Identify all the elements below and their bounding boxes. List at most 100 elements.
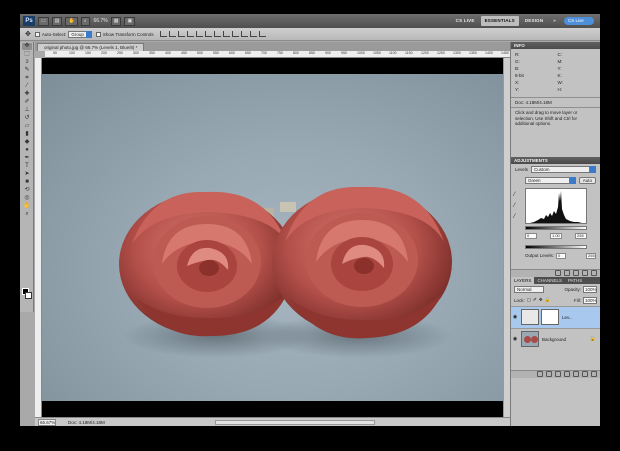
distribute-left-icon[interactable] — [240, 31, 248, 37]
arrange-documents-button[interactable]: ▦ — [110, 16, 122, 26]
distribute-vcenter-icon[interactable] — [222, 31, 230, 37]
distribute-top-icon[interactable] — [213, 31, 221, 37]
black-point-eyedropper-icon[interactable]: ⁄ — [514, 192, 521, 199]
info-panel-header[interactable]: INFO — [511, 42, 600, 49]
workspace-essentials[interactable]: ESSENTIALS — [480, 16, 519, 26]
show-transform-option[interactable]: Show Transform Controls — [95, 31, 154, 37]
auto-button[interactable]: Auto — [578, 176, 596, 184]
shape-tool[interactable]: ■ — [22, 179, 32, 186]
horizontal-scrollbar[interactable] — [214, 419, 375, 425]
eye-icon[interactable]: ◉ — [511, 314, 519, 320]
auto-select-option[interactable]: Auto-Select: Group — [34, 30, 92, 38]
workspace-cs-live[interactable]: CS LIVE — [452, 16, 479, 26]
lasso-tool[interactable]: ↄ — [22, 59, 32, 66]
new-adjustment-icon[interactable] — [564, 371, 570, 377]
distribute-right-icon[interactable] — [258, 31, 266, 37]
eyedropper-tool[interactable]: ⁄ — [22, 83, 32, 90]
blend-mode-dropdown[interactable]: Normal — [514, 285, 544, 293]
screen-mode-button[interactable]: ▣ — [124, 16, 136, 26]
tab-layers[interactable]: LAYERS — [511, 276, 535, 284]
gray-point-eyedropper-icon[interactable]: ⁄ — [514, 203, 521, 210]
levels-histogram[interactable] — [525, 187, 587, 224]
fill-field[interactable]: 100% — [583, 296, 597, 304]
auto-select-checkbox[interactable] — [34, 31, 40, 37]
move-tool[interactable]: ✥ — [22, 43, 32, 50]
chevron-down-icon[interactable] — [569, 176, 576, 184]
output-black-field[interactable]: 0 — [556, 252, 567, 259]
add-mask-icon[interactable] — [555, 371, 561, 377]
layer-name[interactable]: Background — [542, 337, 590, 342]
lock-all-icon[interactable]: 🔒 — [545, 297, 551, 303]
levels-preset-dropdown[interactable]: Custom — [531, 165, 590, 173]
align-left-icon[interactable] — [186, 31, 194, 37]
align-top-icon[interactable] — [159, 31, 167, 37]
zoom-tool-button[interactable]: ⌕ — [80, 16, 90, 26]
lock-pixels-icon[interactable]: ✐ — [533, 297, 537, 303]
tab-channels[interactable]: CHANNELS — [534, 277, 565, 284]
lock-transparency-icon[interactable]: ▢ — [527, 297, 531, 303]
layer-name[interactable]: Lev... — [562, 315, 600, 320]
3d-orbit-tool[interactable]: ◎ — [22, 195, 32, 202]
output-white-field[interactable]: 255 — [586, 252, 596, 259]
chevron-down-icon[interactable] — [85, 30, 92, 38]
mini-bridge-button[interactable]: ▤ — [51, 16, 63, 26]
new-group-icon[interactable] — [573, 371, 579, 377]
bridge-button[interactable]: ▭ — [38, 16, 49, 26]
input-gradient-bar[interactable] — [525, 225, 587, 230]
channel-dropdown[interactable]: Green — [525, 176, 570, 184]
pen-tool[interactable]: ✒ — [22, 155, 32, 162]
layer-mask-thumbnail[interactable] — [541, 309, 559, 325]
distribute-bottom-icon[interactable] — [231, 31, 239, 37]
opacity-field[interactable]: 100% — [583, 285, 597, 293]
vertical-scrollbar[interactable] — [503, 58, 510, 417]
gradient-tool[interactable]: ▮ — [22, 131, 32, 138]
cs-live-search[interactable]: CS Live — [564, 17, 594, 25]
clone-stamp-tool[interactable]: ⊥ — [22, 107, 32, 114]
show-transform-checkbox[interactable] — [95, 31, 101, 37]
align-hcenter-icon[interactable] — [195, 31, 203, 37]
status-doc-info[interactable]: Doc: 4.18M/4.18M — [68, 420, 105, 425]
horizontal-ruler[interactable]: 50 100 150 200 250 300 350 400 450 500 550 600 650 70… — [45, 51, 510, 58]
eye-icon[interactable]: ◉ — [511, 336, 519, 342]
hand-tool-button[interactable]: ✋ — [65, 16, 78, 26]
blur-tool[interactable]: ◆ — [22, 139, 32, 146]
history-brush-tool[interactable]: ↺ — [22, 115, 32, 122]
status-zoom-field[interactable]: 66.67% — [38, 418, 56, 426]
brush-tool[interactable]: ✐ — [22, 99, 32, 106]
move-tool-icon[interactable]: ✥ — [25, 30, 31, 38]
trash-icon[interactable] — [591, 270, 597, 276]
lock-position-icon[interactable]: ✥ — [539, 297, 543, 303]
new-layer-icon[interactable] — [582, 371, 588, 377]
workspace-overflow-button[interactable]: » — [549, 16, 560, 26]
path-select-tool[interactable]: ➤ — [22, 171, 32, 178]
tab-paths[interactable]: PATHS — [565, 277, 585, 284]
healing-brush-tool[interactable]: ✚ — [22, 91, 32, 98]
auto-select-dropdown[interactable]: Group — [68, 30, 87, 38]
white-point-eyedropper-icon[interactable]: ⁄ — [514, 214, 521, 221]
input-white-field[interactable]: 255 — [575, 232, 587, 239]
input-gamma-field[interactable]: 1.00 — [550, 232, 562, 239]
3d-rotate-tool[interactable]: ⟲ — [22, 187, 32, 194]
align-vcenter-icon[interactable] — [168, 31, 176, 37]
workspace-design[interactable]: DESIGN — [521, 16, 547, 26]
hand-tool[interactable]: ✋ — [22, 203, 32, 210]
marquee-tool[interactable]: ⬚ — [22, 51, 32, 58]
layer-row-background[interactable]: ◉ Background 🔒 — [511, 327, 600, 350]
dodge-tool[interactable]: ● — [22, 147, 32, 154]
layer-style-icon[interactable] — [546, 371, 552, 377]
link-layers-icon[interactable] — [537, 371, 543, 377]
visibility-icon[interactable] — [564, 270, 570, 276]
eraser-tool[interactable]: ▱ — [22, 123, 32, 130]
align-right-icon[interactable] — [204, 31, 212, 37]
type-tool[interactable]: T — [22, 163, 32, 170]
previous-state-icon[interactable] — [573, 270, 579, 276]
quick-select-tool[interactable]: ✎ — [22, 67, 32, 74]
zoom-level[interactable]: 66.7% — [94, 18, 108, 24]
clip-to-layer-icon[interactable] — [555, 270, 561, 276]
vertical-ruler[interactable] — [35, 58, 42, 417]
trash-icon[interactable] — [591, 371, 597, 377]
distribute-hcenter-icon[interactable] — [249, 31, 257, 37]
layer-row-levels[interactable]: ◉ Lev... — [511, 305, 600, 328]
align-bottom-icon[interactable] — [177, 31, 185, 37]
background-color-swatch[interactable] — [25, 292, 32, 299]
